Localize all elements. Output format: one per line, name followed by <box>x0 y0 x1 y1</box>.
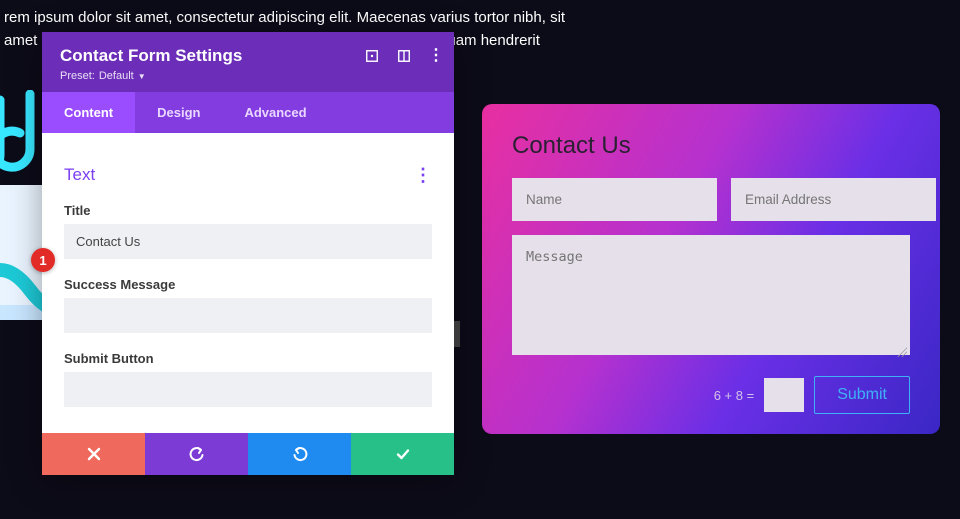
submit-button[interactable]: Submit <box>814 376 910 414</box>
panel-footer <box>42 433 454 475</box>
panel-body: Text ⋮ Title Success Message Submit Butt… <box>42 133 454 433</box>
settings-panel: 1 Contact Form Settings Preset: Default … <box>42 32 454 475</box>
save-button[interactable] <box>351 433 454 475</box>
email-field[interactable] <box>731 178 936 221</box>
tab-advanced[interactable]: Advanced <box>222 92 328 133</box>
captcha-answer-field[interactable] <box>764 378 804 412</box>
chevron-down-icon: ▼ <box>138 72 146 81</box>
success-message-label: Success Message <box>64 277 432 292</box>
resize-handle[interactable] <box>454 321 460 347</box>
section-text-title: Text <box>64 165 95 185</box>
captcha-question: 6 + 8 = <box>714 388 754 403</box>
panel-header: Contact Form Settings Preset: Default ▼ … <box>42 32 454 92</box>
step-badge: 1 <box>31 248 55 272</box>
panel-tabs: Content Design Advanced <box>42 92 454 133</box>
name-field[interactable] <box>512 178 717 221</box>
background-line-1: rem ipsum dolor sit amet, consectetur ad… <box>4 6 956 29</box>
background-line-2-right: uam hendrerit <box>447 29 540 52</box>
kebab-menu-icon[interactable]: ⋮ <box>428 48 444 64</box>
tab-content[interactable]: Content <box>42 92 135 133</box>
preset-selector[interactable]: Preset: Default ▼ <box>60 70 436 82</box>
form-heading: Contact Us <box>512 132 910 160</box>
background-line-2-left: amet <box>4 29 37 52</box>
contact-form-preview: Contact Us 6 + 8 = Submit <box>482 104 940 434</box>
tab-design[interactable]: Design <box>135 92 222 133</box>
submit-button-input[interactable] <box>64 372 432 407</box>
title-label: Title <box>64 203 432 218</box>
cancel-button[interactable] <box>42 433 145 475</box>
submit-button-label: Submit Button <box>64 351 432 366</box>
undo-button[interactable] <box>145 433 248 475</box>
title-input[interactable] <box>64 224 432 259</box>
expand-icon[interactable] <box>364 48 380 64</box>
textarea-resize-grip[interactable] <box>897 347 907 357</box>
success-message-input[interactable] <box>64 298 432 333</box>
message-field[interactable] <box>512 235 910 355</box>
snap-columns-icon[interactable] <box>396 48 412 64</box>
redo-button[interactable] <box>248 433 351 475</box>
